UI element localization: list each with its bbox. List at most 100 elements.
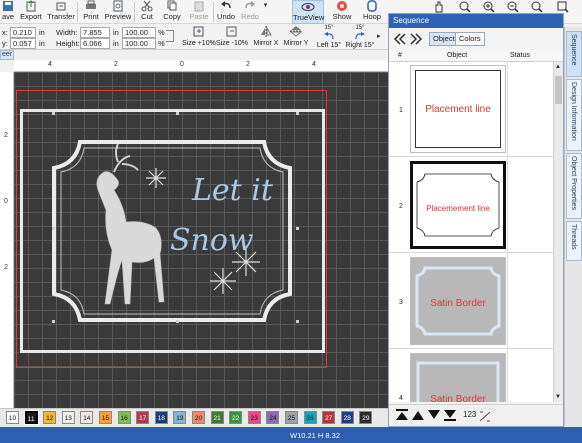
copy-button[interactable]: Copy bbox=[160, 0, 184, 24]
move-up-icon[interactable] bbox=[411, 409, 425, 421]
resequence-by-number[interactable]: 123 bbox=[463, 410, 476, 419]
color-swatch[interactable]: 14 bbox=[80, 411, 94, 424]
color-swatch[interactable]: 15 bbox=[99, 411, 112, 424]
color-swatch[interactable]: 17 bbox=[136, 411, 150, 424]
zoom-to-fit-icon[interactable] bbox=[458, 0, 474, 14]
tab-sequence[interactable]: Sequence bbox=[566, 31, 582, 77]
double-chevron-left-icon[interactable] bbox=[393, 31, 407, 47]
toolbar-overflow[interactable]: ▾ bbox=[263, 0, 268, 24]
print-button[interactable]: Print bbox=[80, 0, 102, 24]
aspect-lock-icon[interactable] bbox=[166, 30, 174, 42]
color-swatch[interactable]: 22 bbox=[229, 411, 243, 424]
mirror-y-icon bbox=[289, 26, 303, 37]
preview-button[interactable]: Preview bbox=[104, 0, 132, 24]
mirror-y-button[interactable]: Mirror Y bbox=[282, 25, 310, 49]
scroll-up-icon[interactable]: ▲ bbox=[555, 64, 561, 70]
color-swatch[interactable]: 26 bbox=[303, 411, 317, 424]
object-thumbnail[interactable]: Satin Border bbox=[410, 257, 506, 345]
color-swatch[interactable]: 13 bbox=[61, 411, 75, 424]
scrollbar-thumb[interactable] bbox=[555, 76, 562, 104]
rotate-left-button[interactable]: 15° Left 15° bbox=[314, 25, 344, 49]
scale-height-field[interactable]: 100.00 bbox=[122, 38, 156, 49]
move-down-icon[interactable] bbox=[427, 409, 441, 421]
object-thumbnail[interactable]: Satin Border bbox=[410, 353, 506, 402]
color-swatch[interactable]: 11 bbox=[23, 410, 39, 425]
width-field[interactable]: 7.855 bbox=[80, 27, 110, 38]
width-unit: in bbox=[113, 28, 119, 37]
propbar-overflow-icon[interactable]: ▸ bbox=[377, 32, 381, 40]
height-field[interactable]: 6.066 bbox=[80, 38, 110, 49]
color-swatch[interactable]: 20 bbox=[192, 411, 205, 424]
ruler-tick-label: 2 bbox=[4, 264, 8, 271]
resequence-icon[interactable] bbox=[479, 411, 491, 422]
width-label: Width: bbox=[56, 28, 78, 37]
object-thumbnail-selected[interactable]: Placemement line bbox=[410, 161, 506, 249]
tab-design-information[interactable]: Design Information bbox=[566, 79, 582, 151]
scroll-down-icon[interactable]: ▼ bbox=[555, 394, 561, 400]
size-plus-button[interactable]: Size +10% bbox=[182, 25, 216, 49]
ruler-tick-label: 4 bbox=[312, 61, 316, 68]
sequence-title: Sequence bbox=[389, 14, 563, 28]
object-thumbnail[interactable]: Placement line bbox=[410, 65, 506, 153]
paste-icon bbox=[194, 1, 204, 12]
list-item[interactable]: 4 Satin Border bbox=[389, 350, 553, 402]
scale-width-field[interactable]: 100.00 bbox=[122, 27, 156, 38]
color-swatch[interactable]: 24 bbox=[266, 411, 280, 424]
rotate-right-button[interactable]: 15° Right 15° bbox=[345, 25, 375, 49]
color-palette-bar: 10 11 12 13 14 15 16 17 18 19 20 21 22 23 24 25 26 27 28 29 bbox=[0, 408, 388, 427]
color-swatch[interactable]: 16 bbox=[117, 411, 131, 424]
hand-icon[interactable] bbox=[432, 0, 448, 14]
percent-unit: % bbox=[158, 28, 165, 37]
mirror-x-button[interactable]: Mirror X bbox=[252, 25, 280, 49]
color-swatch[interactable]: 18 bbox=[154, 411, 168, 424]
move-to-top-icon[interactable] bbox=[395, 409, 409, 421]
color-swatch[interactable]: 23 bbox=[247, 411, 261, 424]
list-item[interactable]: 2 Placemement line bbox=[389, 158, 553, 253]
color-swatch[interactable]: 21 bbox=[210, 411, 224, 424]
cut-button[interactable]: Cut bbox=[137, 0, 157, 24]
row-number: 2 bbox=[399, 203, 403, 210]
color-swatch[interactable]: 29 bbox=[359, 411, 373, 424]
undo-button[interactable]: Undo bbox=[215, 0, 237, 24]
save-button[interactable]: ave bbox=[0, 0, 16, 24]
design-canvas[interactable]: Let it Snow bbox=[14, 72, 388, 408]
transfer-button[interactable]: Transfer bbox=[47, 0, 75, 24]
status-cell bbox=[507, 254, 508, 348]
ruler-tick-label: 0 bbox=[180, 61, 184, 68]
list-item[interactable]: 1 Placement line bbox=[389, 62, 553, 157]
embroidery-design[interactable]: Let it Snow bbox=[14, 72, 388, 408]
zoom-actual-icon[interactable] bbox=[530, 0, 546, 14]
double-chevron-right-icon[interactable] bbox=[409, 31, 423, 47]
design-size-text: W10.21 H 8.32 bbox=[290, 431, 341, 440]
tab-colors[interactable]: Colors bbox=[455, 32, 485, 46]
sequence-scrollbar[interactable]: ▲ ▼ bbox=[553, 62, 563, 402]
color-swatch[interactable]: 28 bbox=[340, 411, 354, 424]
color-swatch[interactable]: 10 bbox=[6, 411, 19, 424]
zoom-selection-icon[interactable] bbox=[556, 0, 572, 14]
zoom-in-icon[interactable] bbox=[482, 0, 498, 14]
document-tab[interactable]: eer bbox=[0, 50, 14, 60]
move-to-bottom-icon[interactable] bbox=[443, 409, 457, 421]
size-minus-button[interactable]: Size -10% bbox=[216, 25, 248, 49]
color-swatch[interactable]: 27 bbox=[322, 411, 336, 424]
hoop-button[interactable]: Hoop bbox=[361, 0, 383, 24]
status-cell bbox=[507, 158, 508, 252]
snowflake-icon bbox=[210, 268, 236, 294]
copy-icon bbox=[167, 0, 177, 11]
percent-unit: % bbox=[158, 39, 165, 48]
color-swatch[interactable]: 25 bbox=[285, 411, 298, 424]
list-item[interactable]: 3 Satin Border bbox=[389, 254, 553, 349]
show-button[interactable]: Show bbox=[327, 0, 357, 24]
color-swatch[interactable]: 12 bbox=[43, 411, 57, 424]
tab-threads[interactable]: Threads bbox=[566, 221, 582, 261]
zoom-out-icon[interactable] bbox=[506, 0, 522, 14]
tab-object-properties[interactable]: Object Properties bbox=[566, 153, 582, 219]
color-swatch[interactable]: 19 bbox=[173, 411, 187, 424]
redo-button[interactable]: Redo bbox=[239, 0, 261, 24]
trueview-button[interactable]: TrueView bbox=[292, 0, 324, 24]
export-button[interactable]: Export bbox=[18, 0, 44, 24]
x-field[interactable]: 0.210 bbox=[10, 27, 36, 38]
paste-button[interactable]: Paste bbox=[187, 0, 211, 24]
snowflake-icon bbox=[146, 168, 166, 188]
y-field[interactable]: 0.057 bbox=[10, 38, 36, 49]
